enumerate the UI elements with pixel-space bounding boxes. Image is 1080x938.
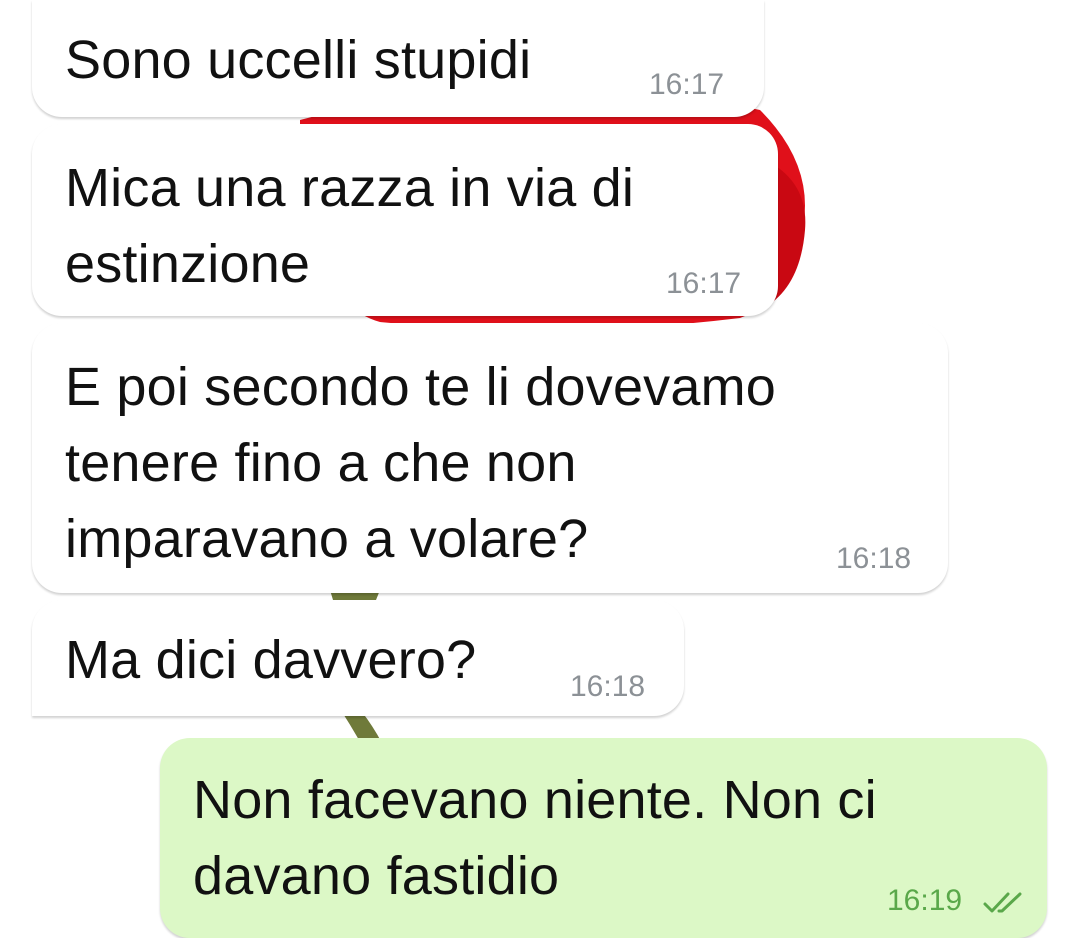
message-timestamp: 16:18 [570, 670, 646, 703]
incoming-message-bubble[interactable]: Mica una razza in via di estinzione 16:1… [32, 124, 778, 316]
message-timestamp: 16:19 [887, 884, 963, 917]
message-text: Sono uccelli stupidi [65, 30, 532, 90]
message-text: E poi secondo te li dovevamo tenere fino… [65, 357, 777, 569]
message-text: Ma dici davvero? [65, 630, 477, 690]
outgoing-message-bubble[interactable]: Non facevano niente. Non ci davano fasti… [160, 738, 1047, 938]
message-timestamp: 16:17 [649, 68, 725, 101]
incoming-message-bubble[interactable]: Ma dici davvero? 16:18 [32, 600, 684, 716]
message-text: Non facevano niente. Non ci davano fasti… [193, 770, 877, 906]
incoming-message-bubble[interactable]: Sono uccelli stupidi 16:17 [32, 0, 764, 117]
message-text: Mica una razza in via di estinzione [65, 158, 635, 294]
message-timestamp: 16:18 [836, 542, 912, 575]
incoming-message-bubble[interactable]: E poi secondo te li dovevamo tenere fino… [32, 323, 948, 593]
double-check-read-icon [983, 892, 1022, 913]
message-timestamp: 16:17 [666, 267, 742, 300]
